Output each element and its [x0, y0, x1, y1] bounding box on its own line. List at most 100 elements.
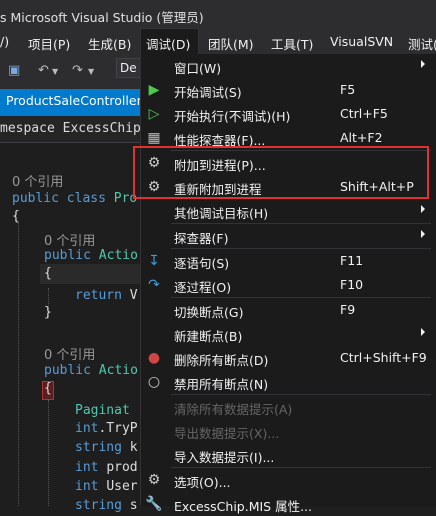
menu-item-project-properties[interactable]: 🔧 ExcessChip.MIS 属性... — [141, 492, 436, 516]
menu-item-label: 开始调试(S) — [174, 85, 242, 100]
debug-menu: 窗口(W) ▶ 开始调试(S) F5 ▷ 开始执行(不调试)(H) Ctrl+F… — [140, 54, 436, 514]
step-over-icon: ↷ — [148, 277, 160, 293]
menu-item-clear-all-datatips: 清除所有数据提示(A) — [141, 395, 436, 419]
menu-item-label: 开始执行(不调试)(H) — [174, 109, 291, 124]
menu-item-label: 窗口(W) — [174, 61, 222, 76]
menu-item-debug[interactable]: 调试(D) — [146, 34, 190, 53]
code-line: int User — [75, 479, 138, 494]
submenu-arrow-icon — [421, 328, 425, 336]
code-line-brace: } — [44, 305, 52, 320]
code-text: .TryP — [98, 421, 138, 436]
code-line-brace: { — [44, 381, 52, 396]
start-debug-icon: ▶ — [148, 82, 160, 98]
namespace-label: mespace ExcessChip. — [0, 121, 149, 136]
menu-item-label: 导入数据提示(I)... — [174, 450, 275, 465]
code-line-class: public class Pro — [12, 191, 137, 206]
menu-item-step-over[interactable]: ↷ 逐过程(O) F10 — [141, 273, 436, 297]
menu-item-start-without-debugging[interactable]: ▷ 开始执行(不调试)(H) Ctrl+F5 — [141, 102, 436, 126]
menu-item-shortcut: F5 — [340, 82, 356, 97]
menu-item-label: 逐过程(O) — [174, 280, 232, 295]
indent-guide — [18, 223, 19, 506]
menu-item-import-datatips[interactable]: 导入数据提示(I)... — [141, 443, 436, 467]
code-line: string k — [75, 440, 138, 455]
type-name: Actio — [98, 248, 138, 263]
code-line-return: return V — [75, 288, 138, 303]
keyword: int — [75, 479, 99, 494]
keyword: int — [75, 460, 99, 475]
menu-item-start-debugging[interactable]: ▶ 开始调试(S) F5 — [141, 78, 436, 102]
reference-count[interactable]: 0 个引用 — [44, 230, 95, 249]
keyword: return — [75, 288, 122, 303]
title-bar: s Microsoft Visual Studio (管理员) — [0, 0, 436, 28]
code-line-method: public Actio — [44, 363, 138, 378]
disable-breakpoints-icon: ○ — [147, 374, 161, 390]
keyword: string — [75, 440, 122, 455]
type-name: Actio — [98, 363, 138, 378]
menu-item-window[interactable]: 窗口(W) — [141, 54, 436, 78]
menu-item-shortcut: Alt+F2 — [340, 130, 383, 145]
menu-item-shortcut: Ctrl+F5 — [340, 106, 388, 121]
menu-item-label: 选项(O)... — [174, 475, 231, 490]
code-line-method: public Actio — [44, 248, 138, 263]
indent-guide — [48, 400, 49, 506]
menu-item-view[interactable]: /) — [0, 34, 9, 49]
menu-item-label: 禁用所有断点(N) — [174, 377, 269, 392]
submenu-arrow-icon — [421, 60, 425, 68]
menu-item-tools[interactable]: 工具(T) — [271, 34, 313, 53]
tab-product-sale-controller[interactable]: ProductSaleController.cs — [0, 89, 140, 114]
menu-item-new-breakpoint[interactable]: 新建断点(B) — [141, 322, 436, 346]
start-nodebug-icon: ▷ — [148, 106, 160, 122]
gear-icon: ⚙ — [147, 472, 161, 488]
menu-item-project[interactable]: 项目(P) — [28, 34, 70, 53]
menu-item-label: 新建断点(B) — [174, 329, 243, 344]
menu-item-build[interactable]: 生成(B) — [88, 34, 131, 53]
undo-icon[interactable]: ↶ — [38, 63, 49, 78]
wrench-icon: 🔧 — [145, 496, 163, 512]
menu-item-test[interactable]: 测试(S) — [408, 34, 436, 53]
keyword: public — [44, 363, 91, 378]
code-text: k — [129, 440, 138, 455]
code-line-brace: { — [44, 266, 52, 281]
menu-item-label: 清除所有数据提示(A) — [174, 402, 293, 417]
menu-item-shortcut: Ctrl+Shift+F9 — [340, 350, 427, 365]
menu-item-profiler[interactable]: 探查器(F) — [141, 224, 436, 248]
reference-count[interactable]: 0 个引用 — [44, 344, 95, 363]
menu-item-other-debug-targets[interactable]: 其他调试目标(H) — [141, 199, 436, 223]
current-line-highlight — [40, 264, 140, 284]
submenu-arrow-icon — [421, 205, 425, 213]
menu-item-label: 删除所有断点(D) — [174, 353, 269, 368]
menu-item-visualsvn[interactable]: VisualSVN — [330, 34, 393, 49]
menu-item-shortcut: F11 — [340, 253, 364, 268]
code-text: prod — [106, 460, 138, 475]
menu-item-label: 导出数据提示(X)... — [174, 426, 280, 441]
menu-item-export-datatips: 导出数据提示(X)... — [141, 419, 436, 443]
menu-item-label: 其他调试目标(H) — [174, 206, 269, 221]
step-into-icon: ↧ — [148, 253, 160, 269]
code-line: int.TryP — [75, 421, 138, 436]
menu-item-step-into[interactable]: ↧ 逐语句(S) F11 — [141, 249, 436, 273]
highlight-frame — [133, 146, 429, 199]
code-line: int prod — [75, 460, 138, 475]
menu-item-shortcut: F9 — [340, 302, 356, 317]
keyword: public — [44, 248, 91, 263]
delete-breakpoints-icon: ● — [147, 350, 161, 366]
menu-item-delete-all-breakpoints[interactable]: ● 删除所有断点(D) Ctrl+Shift+F9 — [141, 346, 436, 370]
menu-item-toggle-breakpoint[interactable]: 切换断点(G) F9 — [141, 298, 436, 322]
reference-count[interactable]: 0 个引用 — [12, 171, 63, 190]
menu-item-options[interactable]: ⚙ 选项(O)... — [141, 468, 436, 492]
save-all-icon[interactable]: ▣ — [8, 63, 20, 78]
menu-item-disable-all-breakpoints[interactable]: ○ 禁用所有断点(N) — [141, 370, 436, 394]
redo-dropdown-icon[interactable]: ▼ — [88, 67, 94, 76]
redo-icon[interactable]: ↷ — [72, 63, 83, 78]
profiler-icon: ▦ — [147, 130, 161, 146]
undo-dropdown-icon[interactable]: ▼ — [52, 67, 58, 76]
menu-item-shortcut: F10 — [340, 277, 364, 292]
submenu-arrow-icon — [421, 230, 425, 238]
keyword: int — [75, 421, 99, 436]
code-line-brace: { — [12, 209, 20, 224]
solution-config-combo[interactable]: De — [116, 58, 142, 78]
code-line: Paginat — [75, 403, 130, 418]
window-title: s Microsoft Visual Studio (管理员) — [0, 10, 204, 25]
menu-item-team[interactable]: 团队(M) — [208, 34, 254, 53]
code-text: User — [106, 479, 138, 494]
